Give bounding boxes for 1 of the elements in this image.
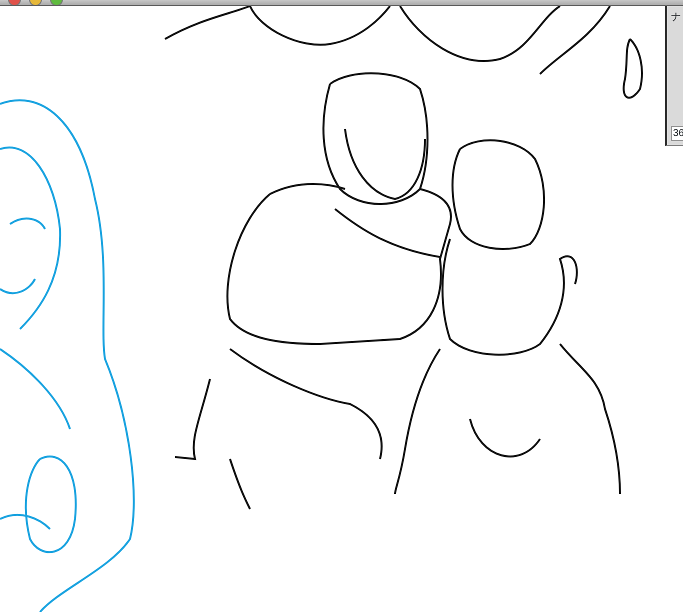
panel-label: ナ xyxy=(671,11,681,25)
